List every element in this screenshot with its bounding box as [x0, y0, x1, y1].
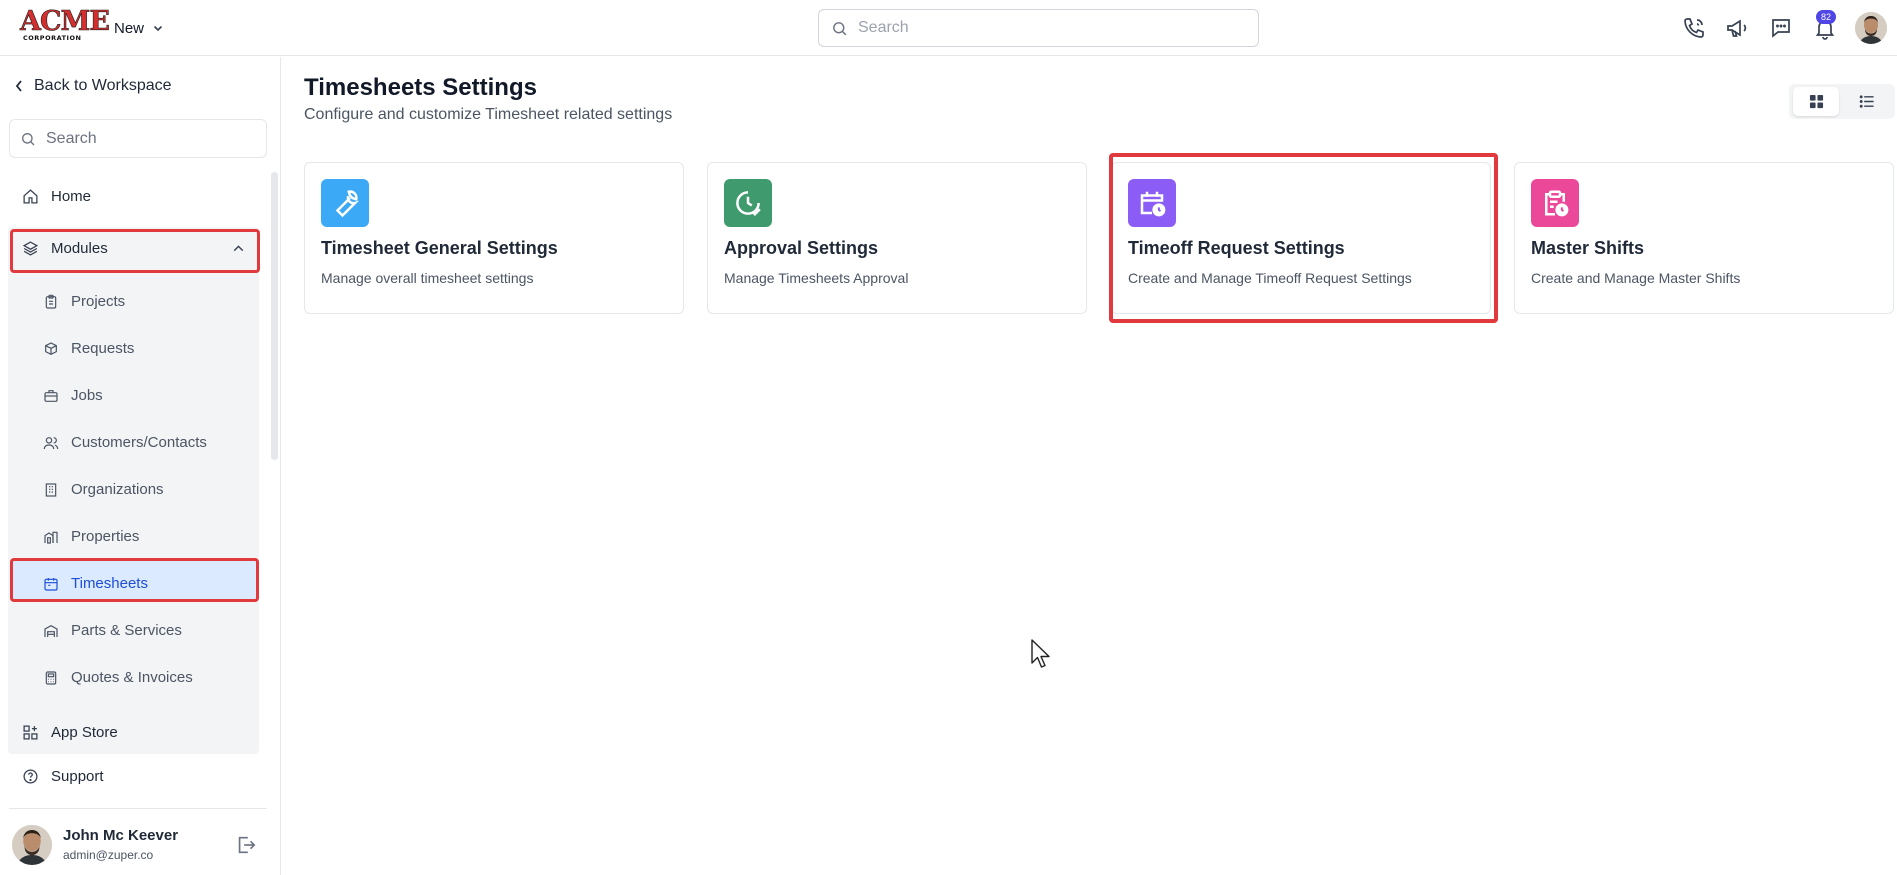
sidebar-item-label: Support — [51, 768, 104, 785]
calendar-clock-icon — [1140, 191, 1166, 217]
card-title: Timesheet General Settings — [321, 238, 558, 258]
grid-view-button[interactable] — [1793, 87, 1839, 116]
sidebar-item-timesheets[interactable]: Timesheets — [43, 575, 148, 592]
property-icon — [44, 531, 58, 544]
clipboard-icon — [45, 294, 57, 309]
card-description: Manage overall timesheet settings — [321, 270, 534, 286]
page-title: Timesheets Settings — [304, 74, 537, 101]
sidebar-item-organizations[interactable]: Organizations — [43, 481, 164, 498]
sidebar-item-label: Modules — [51, 240, 108, 257]
sidebar-item-label: Home — [51, 188, 92, 205]
search-icon — [22, 132, 35, 145]
megaphone-icon[interactable] — [1725, 16, 1749, 40]
sidebar-item-app-store[interactable]: App Store — [22, 724, 118, 741]
sidebar-divider — [9, 808, 267, 809]
sidebar-item-customers-contacts[interactable]: Customers/Contacts — [43, 434, 207, 451]
list-view-button[interactable] — [1844, 87, 1890, 116]
card-timesheet-general-settings[interactable]: Timesheet General Settings Manage overal… — [304, 162, 684, 314]
sidebar-item-modules[interactable]: Modules — [22, 240, 247, 257]
card-icon-bg — [1128, 179, 1176, 227]
users-icon — [43, 436, 59, 449]
user-email: admin@zuper.co — [63, 848, 154, 862]
chevron-up-icon[interactable] — [230, 240, 247, 257]
new-button[interactable]: New — [114, 16, 164, 40]
warehouse-icon — [44, 624, 58, 637]
sidebar-item-requests[interactable]: Requests — [43, 340, 134, 357]
sidebar-item-properties[interactable]: Properties — [43, 528, 139, 545]
global-search-input[interactable] — [858, 19, 1238, 37]
sidebar-item-label: Parts & Services — [71, 622, 182, 639]
phone-icon[interactable] — [1682, 16, 1706, 40]
mouse-cursor-icon — [1031, 639, 1050, 668]
logo-wordmark: ACME — [20, 6, 111, 37]
card-title: Approval Settings — [724, 238, 879, 258]
card-icon-bg — [1531, 179, 1579, 227]
card-title: Timeoff Request Settings — [1128, 238, 1345, 258]
top-bar: ACME CORPORATION New 82 — [0, 0, 1897, 56]
notification-badge: 82 — [1816, 10, 1836, 24]
card-timeoff-request-settings[interactable]: Timeoff Request Settings Create and Mana… — [1111, 162, 1491, 314]
global-search-box[interactable] — [818, 9, 1259, 47]
chevron-down-icon — [153, 25, 163, 32]
back-to-workspace-label: Back to Workspace — [34, 77, 172, 94]
acme-logo[interactable]: ACME CORPORATION — [20, 6, 111, 42]
user-avatar[interactable] — [1855, 12, 1887, 44]
logout-icon[interactable] — [235, 834, 257, 856]
sidebar-item-label: Jobs — [71, 387, 103, 404]
help-circle-icon — [23, 769, 38, 784]
sidebar-item-jobs[interactable]: Jobs — [43, 387, 103, 404]
sidebar-item-label: Properties — [71, 528, 140, 545]
logo-subtext: CORPORATION — [23, 34, 82, 42]
card-master-shifts[interactable]: Master Shifts Create and Manage Master S… — [1514, 162, 1894, 314]
sidebar-item-parts-services[interactable]: Parts & Services — [43, 622, 182, 639]
calculator-icon — [45, 670, 57, 685]
list-icon — [1859, 95, 1874, 108]
calendar-icon — [44, 577, 58, 591]
apps-icon — [23, 725, 38, 740]
building-icon — [45, 482, 57, 497]
sidebar-item-quotes-invoices[interactable]: Quotes & Invoices — [43, 669, 193, 686]
grid-icon — [1809, 94, 1823, 109]
chat-icon[interactable] — [1769, 16, 1793, 40]
chevron-left-icon — [15, 80, 22, 92]
card-title: Master Shifts — [1531, 238, 1645, 258]
user-name: John Mc Keever — [63, 827, 179, 844]
sidebar-item-label: Quotes & Invoices — [71, 669, 193, 686]
new-button-label: New — [114, 19, 145, 37]
search-icon — [833, 21, 847, 35]
layers-icon — [22, 241, 39, 256]
sidebar-item-label: Timesheets — [71, 575, 148, 592]
sidebar-item-label: App Store — [51, 724, 118, 741]
sidebar: Back to Workspace Home Modules Projects … — [0, 57, 281, 875]
user-profile-avatar[interactable] — [12, 825, 52, 865]
box-icon — [45, 341, 57, 355]
sidebar-scrollbar[interactable] — [271, 172, 278, 460]
card-description: Create and Manage Master Shifts — [1531, 270, 1741, 286]
card-icon-bg — [724, 179, 772, 227]
sidebar-item-projects[interactable]: Projects — [43, 293, 125, 310]
wrench-icon — [335, 190, 360, 218]
card-description: Create and Manage Timeoff Request Settin… — [1128, 270, 1412, 286]
home-icon — [23, 189, 38, 204]
sidebar-item-label: Organizations — [71, 481, 164, 498]
card-approval-settings[interactable]: Approval Settings Manage Timesheets Appr… — [707, 162, 1087, 314]
card-description: Manage Timesheets Approval — [724, 270, 909, 286]
sidebar-search-input[interactable] — [46, 129, 246, 148]
clipboard-clock-icon — [1545, 190, 1569, 217]
sidebar-item-label: Projects — [71, 293, 126, 310]
clock-check-icon — [736, 191, 761, 217]
sidebar-item-label: Requests — [71, 340, 135, 357]
sidebar-search-box[interactable] — [9, 119, 267, 158]
page-subtitle: Configure and customize Timesheet relate… — [304, 106, 673, 123]
back-to-workspace-link[interactable]: Back to Workspace — [14, 77, 172, 95]
card-icon-bg — [321, 179, 369, 227]
view-toggle — [1789, 84, 1895, 119]
sidebar-item-support[interactable]: Support — [22, 768, 104, 785]
sidebar-item-label: Customers/Contacts — [71, 434, 207, 451]
sidebar-item-home[interactable]: Home — [22, 188, 91, 205]
briefcase-icon — [44, 389, 58, 402]
